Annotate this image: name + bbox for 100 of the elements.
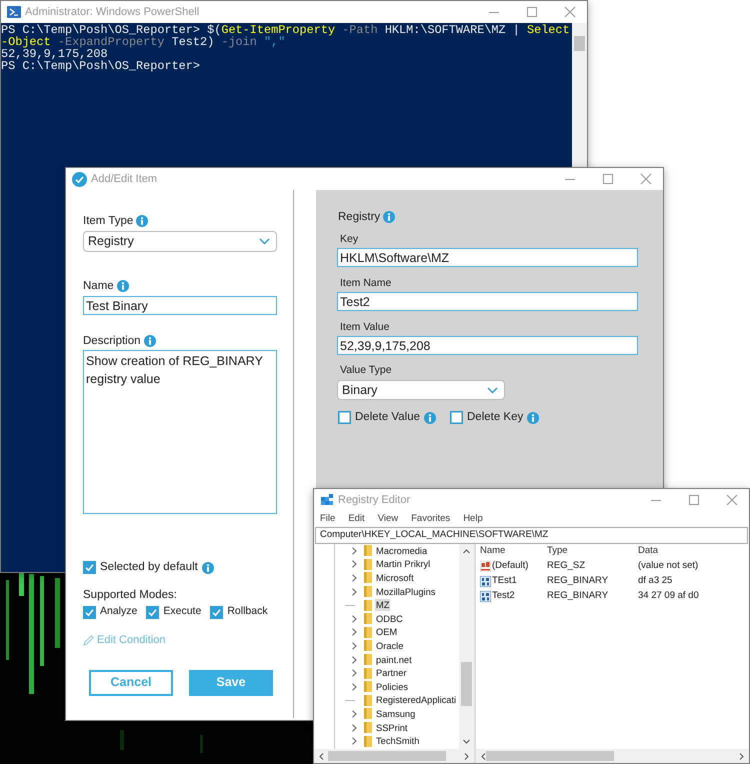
value-name[interactable]: TEst1 [492,574,517,589]
folder-icon [364,708,372,720]
chevron-right-icon[interactable] [351,656,358,664]
scrollbar[interactable] [476,749,749,763]
tree-item[interactable]: Policies [375,680,410,693]
value-type-dropdown[interactable]: Binary [337,380,505,400]
scroll-left-icon[interactable] [318,752,325,760]
tree-item[interactable]: MZ [375,599,390,612]
checkbox-label: Analyze [100,604,138,620]
scroll-right-icon[interactable] [738,752,745,760]
chevron-down-icon[interactable] [487,386,498,394]
field-label: Item Value [340,320,390,334]
info-icon[interactable] [202,562,214,574]
menu-item[interactable]: File [320,512,336,526]
checkbox[interactable] [83,561,96,574]
scroll-thumb[interactable] [486,751,614,761]
info-icon[interactable] [116,280,129,292]
column-header[interactable]: Type [547,544,638,558]
tree-item[interactable]: RegisteredApplicati [375,694,458,706]
menu-item[interactable]: Help [463,512,483,526]
address-bar[interactable]: Computer\HKEY_LOCAL_MACHINE\SOFTWARE\MZ [315,527,748,544]
chevron-right-icon[interactable] [351,588,358,596]
scroll-left-icon[interactable] [480,752,487,760]
info-icon[interactable] [136,215,148,227]
scroll-right-icon[interactable] [463,752,470,760]
folder-icon [364,626,372,638]
chevron-right-icon[interactable] [351,682,358,691]
info-icon[interactable] [144,335,156,347]
description-field[interactable]: Show creation of REG_BINARY registry value [83,350,277,514]
tree-item[interactable]: Partner [375,667,408,680]
name-field[interactable]: Test Binary [83,296,277,315]
chevron-right-icon[interactable] [351,724,358,732]
menu-item[interactable]: Edit [348,512,365,526]
chevron-right-icon[interactable] [351,574,358,582]
binary-value-icon [480,576,491,587]
section-title: Registry [338,210,380,224]
tree-item[interactable]: ODBC [375,612,404,625]
chevron-right-icon[interactable] [351,642,358,650]
value-name[interactable]: (Default) [492,559,528,574]
console-line: PS C:\Temp\Posh\OS_Reporter> [1,60,202,72]
chevron-down-icon[interactable] [259,238,270,245]
chevron-right-icon[interactable] [351,737,358,746]
info-icon[interactable] [424,412,436,424]
item-value-field[interactable]: 52,39,9,175,208 [337,336,638,355]
scroll-down-icon[interactable] [463,738,470,745]
scroll-thumb[interactable] [328,751,446,761]
folder-icon [364,600,372,611]
chevron-right-icon[interactable] [351,560,358,568]
checkbox[interactable] [210,606,224,619]
scrollbar[interactable] [459,544,474,749]
column-header[interactable]: Name [480,544,547,558]
tree-item[interactable]: Microsoft [375,572,415,584]
value-data: df a3 25 [638,574,672,588]
checkbox[interactable] [146,606,160,619]
column-header[interactable]: Data [638,544,658,558]
key-field[interactable]: HKLM\Software\MZ [337,248,638,267]
item-type-dropdown[interactable]: Registry [83,231,277,252]
checkbox-label: Delete Key [467,410,524,425]
tree-item[interactable]: Macromedia [375,544,428,557]
tree-item[interactable]: TechSmith [375,735,420,748]
scrollbar[interactable] [314,749,474,763]
window-title: Administrator: Windows PowerShell [25,4,200,20]
value-name[interactable]: Test2 [492,589,515,604]
info-icon[interactable] [383,211,396,223]
scroll-thumb[interactable] [574,36,585,51]
chevron-right-icon[interactable] [351,614,358,623]
menu-item[interactable]: View [378,512,398,526]
window-title: Add/Edit Item [91,172,158,187]
info-icon[interactable] [527,412,540,424]
value-type: REG_SZ [547,560,586,572]
field-label: Description [83,334,141,348]
tree-item[interactable]: SSPrint [375,722,409,734]
checkbox[interactable] [83,606,96,619]
chevron-right-icon[interactable] [351,710,358,718]
tree-item[interactable]: Martin Prikryl [375,558,432,570]
field-label: Value Type [340,363,393,377]
checkbox-label: Delete Value [355,410,420,425]
string-value-icon [480,561,491,572]
scroll-up-icon[interactable] [463,548,470,555]
value-type: REG_BINARY [547,575,608,586]
item-name-field[interactable]: Test2 [337,292,638,311]
binary-value-icon [480,591,491,602]
chevron-right-icon[interactable] [351,669,358,678]
scroll-thumb[interactable] [461,662,472,706]
chevron-right-icon[interactable] [351,628,358,636]
checkbox[interactable] [338,411,351,424]
cubes-icon [320,493,334,507]
menu-item[interactable]: Favorites [411,512,450,526]
checkbox[interactable] [450,411,463,424]
folder-icon [364,736,372,747]
tree-item[interactable]: Oracle [375,640,404,652]
console-line: PS C:\Temp\Posh\OS_Reporter> $(Get-ItemProperty -Path HKLM:\SOFTWARE\MZ | Select [1,24,571,36]
tree-item[interactable]: paint.net [375,654,413,666]
chevron-right-icon[interactable] [351,546,358,555]
tree-item[interactable]: OEM [375,626,398,638]
folder-icon [364,722,372,734]
tree-item[interactable]: MozillaPlugins [375,586,436,598]
console-line: 52,39,9,175,208 [1,48,108,60]
tree-item[interactable]: Samsung [375,708,416,720]
field-label: Key [340,232,360,246]
